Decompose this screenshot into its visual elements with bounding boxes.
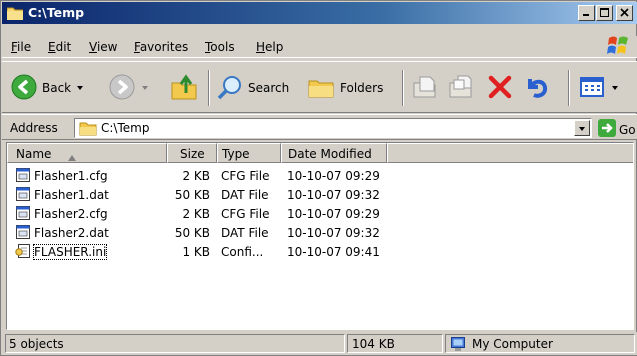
go-button[interactable]: Go xyxy=(598,119,636,140)
column-header-date-modified[interactable]: Date Modified xyxy=(281,143,387,163)
file-row[interactable]: Flasher1.dat 50 KB DAT File 10-10-07 09:… xyxy=(7,186,407,204)
status-bar: 5 objects 104 KB My Computer xyxy=(2,332,637,355)
file-list[interactable]: Name Size Type Date Modified Flasher1.cf… xyxy=(6,142,634,330)
search-icon xyxy=(216,73,244,104)
my-computer-icon xyxy=(450,336,466,355)
explorer-window: C:\Temp File Edit View Favorites Tools H… xyxy=(0,0,637,356)
move-to-button[interactable] xyxy=(410,72,440,104)
back-button[interactable]: Back xyxy=(10,72,84,104)
views-dropdown-icon[interactable] xyxy=(612,86,618,90)
address-label: Address xyxy=(10,121,58,135)
dat-file-icon xyxy=(15,186,31,202)
folder-icon xyxy=(79,121,97,139)
up-folder-button[interactable] xyxy=(170,72,200,104)
address-input[interactable]: C:\Temp xyxy=(74,118,592,138)
toolbar-separator xyxy=(402,70,404,106)
folders-button[interactable]: Folders xyxy=(306,72,383,104)
file-row[interactable]: Flasher2.cfg 2 KB CFG File 10-10-07 09:2… xyxy=(7,205,407,223)
undo-icon xyxy=(522,73,550,104)
folder-icon xyxy=(6,6,24,21)
forward-dropdown-icon[interactable] xyxy=(142,86,148,90)
menu-help[interactable]: Help xyxy=(256,40,283,54)
back-dropdown-icon[interactable] xyxy=(77,86,84,90)
file-row[interactable]: FLASHER.ini 1 KB Confi... 10-10-07 09:41 xyxy=(7,243,407,261)
sort-ascending-icon xyxy=(68,150,76,164)
column-header-filler xyxy=(387,143,633,163)
menu-edit[interactable]: Edit xyxy=(48,40,71,54)
dat-file-icon xyxy=(15,224,31,240)
copy-to-button[interactable] xyxy=(446,72,476,104)
cfg-file-icon xyxy=(15,205,31,221)
title-bar[interactable]: C:\Temp xyxy=(2,2,637,24)
minimize-button[interactable] xyxy=(578,5,595,21)
toolbar-separator xyxy=(208,70,210,106)
address-dropdown-button[interactable] xyxy=(574,120,590,136)
status-object-count: 5 objects xyxy=(5,334,345,353)
address-value: C:\Temp xyxy=(101,121,150,135)
cfg-file-icon xyxy=(15,167,31,183)
forward-button[interactable] xyxy=(108,72,148,104)
go-arrow-icon xyxy=(598,119,616,140)
undo-button[interactable] xyxy=(522,72,550,104)
file-row[interactable]: Flasher1.cfg 2 KB CFG File 10-10-07 09:2… xyxy=(7,167,407,185)
views-button[interactable] xyxy=(578,72,618,104)
standard-toolbar: Back Search Folders xyxy=(2,61,637,113)
menu-favorites[interactable]: Favorites xyxy=(134,40,188,54)
delete-button[interactable] xyxy=(486,72,514,104)
maximize-button[interactable] xyxy=(596,5,613,21)
forward-arrow-icon xyxy=(108,73,136,104)
windows-logo-icon xyxy=(605,34,631,58)
close-button[interactable] xyxy=(616,5,633,21)
address-bar: Address C:\Temp Go xyxy=(2,114,637,140)
file-row[interactable]: Flasher2.dat 50 KB DAT File 10-10-07 09:… xyxy=(7,224,407,242)
column-header-type[interactable]: Type xyxy=(217,143,281,163)
ini-file-icon xyxy=(15,243,31,259)
status-location: My Computer xyxy=(445,334,635,353)
chevron-down-icon xyxy=(579,127,585,131)
toolbar-separator xyxy=(568,70,570,106)
search-button[interactable]: Search xyxy=(216,72,289,104)
back-arrow-icon xyxy=(10,73,38,104)
menu-bar: File Edit View Favorites Tools Help xyxy=(2,36,637,58)
delete-x-icon xyxy=(486,73,514,104)
move-to-icon xyxy=(410,73,440,104)
copy-to-icon xyxy=(446,73,476,104)
window-title: C:\Temp xyxy=(28,5,85,20)
column-header-size[interactable]: Size xyxy=(167,143,217,163)
status-size: 104 KB xyxy=(347,334,443,353)
views-icon xyxy=(578,73,606,104)
folders-icon xyxy=(306,73,336,104)
menu-tools[interactable]: Tools xyxy=(205,40,235,54)
folder-up-icon xyxy=(170,73,200,104)
column-header-name[interactable]: Name xyxy=(7,143,167,163)
menu-view[interactable]: View xyxy=(89,40,117,54)
menu-file[interactable]: File xyxy=(11,40,31,54)
